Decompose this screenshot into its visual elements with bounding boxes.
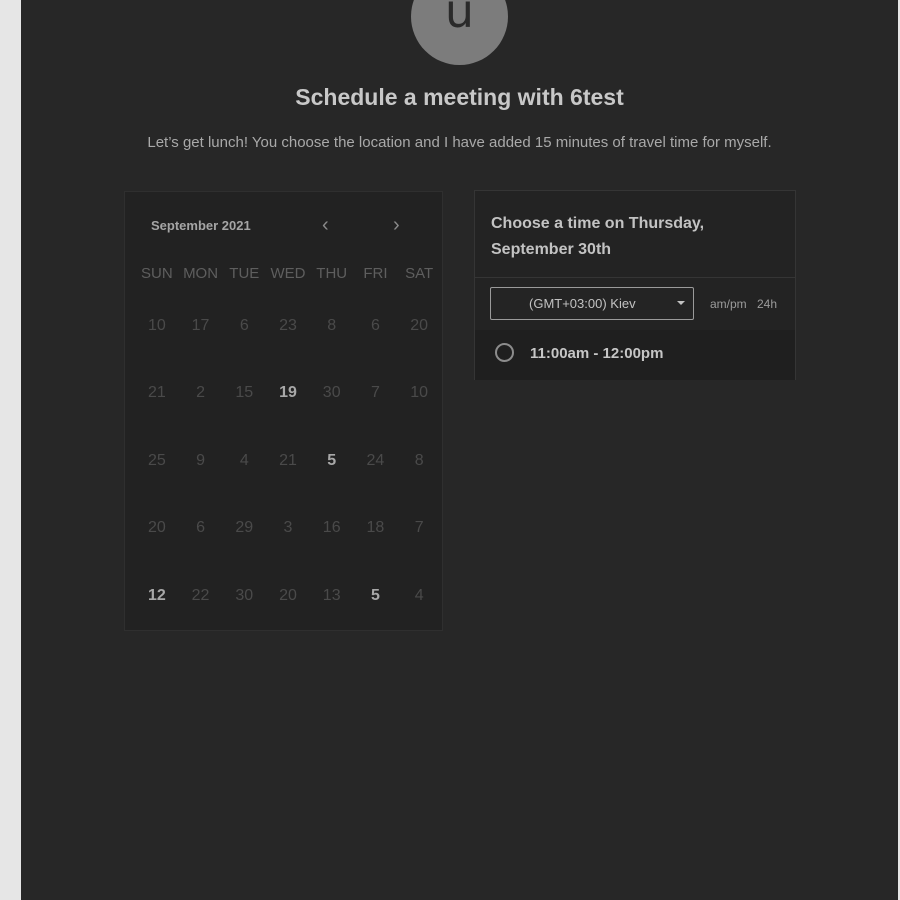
calendar-day: 21 bbox=[279, 451, 297, 469]
calendar-month-label: September 2021 bbox=[151, 218, 251, 233]
calendar-day: 24 bbox=[366, 451, 385, 469]
calendar-day: 6 bbox=[196, 519, 206, 537]
time-slot-label: 11:00am - 12:00pm bbox=[530, 345, 664, 362]
calendar-day: 30 bbox=[322, 384, 341, 402]
calendar-day: 25 bbox=[147, 451, 166, 469]
calendar-day: 15 bbox=[235, 384, 254, 402]
calendar-day: 6 bbox=[370, 316, 380, 334]
calendar-day: 16 bbox=[322, 519, 341, 537]
calendar-day: 22 bbox=[191, 586, 210, 604]
calendar-days-grid: 10 17 6 23 8 6 20 21 2 15 19 30 7 10 25 9 4 21 5 24 8 20 6 29 3 1… bbox=[135, 292, 441, 630]
weekday-label: WED bbox=[270, 265, 306, 282]
calendar-day: 8 bbox=[414, 451, 424, 469]
calendar-day: 18 bbox=[366, 519, 385, 537]
weekday-header: SUN MON TUE WED THU FRI SAT bbox=[135, 265, 441, 282]
radio-circle-icon[interactable] bbox=[495, 343, 514, 362]
calendar-day: 8 bbox=[327, 316, 337, 334]
booking-page: u Schedule a meeting with 6test Let’s ge… bbox=[21, 0, 898, 900]
format-24h-toggle[interactable]: 24h bbox=[757, 297, 777, 311]
calendar-day: 10 bbox=[147, 316, 166, 334]
weekday-label: SAT bbox=[405, 265, 434, 282]
calendar-day: 7 bbox=[370, 384, 380, 402]
weekday-label: TUE bbox=[229, 265, 260, 282]
calendar: September 2021 ‹ › SUN MON TUE WED THU F… bbox=[124, 191, 443, 631]
timezone-value: (GMT+03:00) Kiev bbox=[529, 296, 636, 311]
calendar-day: 9 bbox=[196, 451, 206, 469]
time-picker-header: Choose a time on Thursday, September 30t… bbox=[475, 191, 795, 278]
calendar-day: 20 bbox=[279, 586, 297, 604]
calendar-day: 4 bbox=[414, 586, 424, 604]
chevron-left-icon[interactable]: ‹ bbox=[322, 214, 329, 237]
chevron-right-icon[interactable]: › bbox=[393, 214, 400, 237]
format-ampm-toggle[interactable]: am/pm bbox=[710, 297, 747, 311]
calendar-day: 20 bbox=[147, 519, 166, 537]
time-picker-heading: Choose a time on Thursday, September 30t… bbox=[491, 215, 705, 258]
calendar-day-available[interactable]: 19 bbox=[266, 360, 310, 428]
calendar-day: 10 bbox=[410, 384, 429, 402]
time-picker-panel: Choose a time on Thursday, September 30t… bbox=[474, 190, 796, 380]
timezone-select[interactable]: (GMT+03:00) Kiev bbox=[490, 287, 694, 320]
calendar-day-available[interactable]: 12 bbox=[135, 562, 179, 630]
calendar-day: 2 bbox=[196, 384, 206, 402]
calendar-day-available[interactable]: 5 bbox=[310, 427, 354, 495]
page-title: Schedule a meeting with 6test bbox=[295, 84, 624, 110]
calendar-day: 29 bbox=[235, 519, 254, 537]
calendar-day: 21 bbox=[147, 384, 166, 402]
caret-down-icon bbox=[677, 301, 685, 305]
calendar-day: 7 bbox=[414, 519, 424, 537]
time-slot[interactable]: 11:00am - 12:00pm bbox=[475, 330, 795, 380]
calendar-day: 4 bbox=[239, 451, 249, 469]
page-description: Let’s get lunch! You choose the location… bbox=[147, 134, 772, 151]
avatar-letter: u bbox=[444, 0, 475, 38]
weekday-label: SUN bbox=[141, 265, 173, 282]
calendar-day: 3 bbox=[283, 519, 293, 537]
calendar-day: 17 bbox=[191, 316, 210, 334]
calendar-day: 30 bbox=[235, 586, 254, 604]
weekday-label: MON bbox=[183, 265, 219, 282]
weekday-label: THU bbox=[316, 265, 348, 282]
weekday-label: FRI bbox=[363, 265, 388, 282]
calendar-day-available[interactable]: 5 bbox=[354, 562, 398, 630]
calendar-day: 20 bbox=[410, 316, 429, 334]
calendar-day: 13 bbox=[322, 586, 341, 604]
calendar-day: 6 bbox=[239, 316, 249, 334]
avatar: u bbox=[411, 0, 508, 65]
calendar-day: 23 bbox=[279, 316, 297, 334]
